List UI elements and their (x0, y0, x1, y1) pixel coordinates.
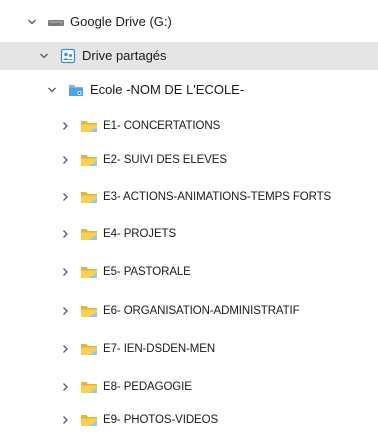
folder-icon (80, 226, 98, 242)
chevron-right-icon[interactable] (58, 227, 72, 241)
folder-icon (80, 379, 98, 395)
tree-item-folder[interactable]: E3- ACTIONS-ANIMATIONS-TEMPS FORTS (0, 183, 378, 211)
chevron-right-icon[interactable] (58, 304, 72, 318)
tree-item-folder[interactable]: E5- PASTORALE (0, 258, 378, 286)
tree-item-label: Google Drive (G:) (70, 14, 172, 29)
tree-item-label: Drive partagés (82, 48, 167, 63)
tree-item-folder[interactable]: E2- SUIVI DES ELEVES (0, 146, 378, 174)
folder-icon (80, 189, 98, 205)
tree-item-label: E2- SUIVI DES ELEVES (103, 154, 227, 166)
tree-item-folder[interactable]: E8- PEDAGOGIE (0, 373, 378, 401)
drive-icon (47, 14, 65, 30)
tree-item-label: E7- IEN-DSDEN-MEN (103, 343, 216, 355)
tree-item-folder[interactable]: E9- PHOTOS-VIDEOS (0, 406, 378, 434)
tree-item-folder[interactable]: E4- PROJETS (0, 220, 378, 248)
folder-icon (80, 412, 98, 428)
tree-item-shared-drives[interactable]: Drive partagés (0, 42, 378, 70)
tree-item-label: E6- ORGANISATION-ADMINISTRATIF (103, 305, 300, 317)
tree-item-label: E1- CONCERTATIONS (103, 120, 221, 132)
folder-icon (80, 118, 98, 134)
chevron-down-icon[interactable] (45, 83, 59, 97)
folder-tree: Google Drive (G:) Drive partagés Ecole -… (0, 0, 378, 434)
chevron-right-icon[interactable] (58, 413, 72, 427)
tree-item-label: E5- PASTORALE (103, 266, 191, 278)
tree-item-folder[interactable]: E1- CONCERTATIONS (0, 112, 378, 140)
chevron-right-icon[interactable] (58, 190, 72, 204)
tree-item-label: E8- PEDAGOGIE (103, 381, 192, 393)
tree-item-label: E3- ACTIONS-ANIMATIONS-TEMPS FORTS (103, 191, 332, 203)
chevron-right-icon[interactable] (58, 342, 72, 356)
chevron-down-icon[interactable] (37, 49, 51, 63)
chevron-right-icon[interactable] (58, 380, 72, 394)
chevron-right-icon[interactable] (58, 153, 72, 167)
tree-item-folder[interactable]: E6- ORGANISATION-ADMINISTRATIF (0, 297, 378, 325)
chevron-right-icon[interactable] (58, 119, 72, 133)
tree-item-label: E9- PHOTOS-VIDEOS (103, 414, 219, 426)
tree-item-label: Ecole -NOM DE L'ECOLE- (90, 82, 245, 97)
chevron-down-icon[interactable] (25, 15, 39, 29)
tree-item-google-drive[interactable]: Google Drive (G:) (0, 8, 378, 36)
tree-item-folder[interactable]: E7- IEN-DSDEN-MEN (0, 335, 378, 363)
tree-item-label: E4- PROJETS (103, 228, 177, 240)
folder-icon (80, 264, 98, 280)
shared-drives-icon (59, 48, 77, 64)
shared-drive-icon (67, 82, 85, 98)
folder-icon (80, 341, 98, 357)
folder-icon (80, 303, 98, 319)
tree-item-school[interactable]: Ecole -NOM DE L'ECOLE- (0, 76, 378, 104)
folder-icon (80, 152, 98, 168)
chevron-right-icon[interactable] (58, 265, 72, 279)
